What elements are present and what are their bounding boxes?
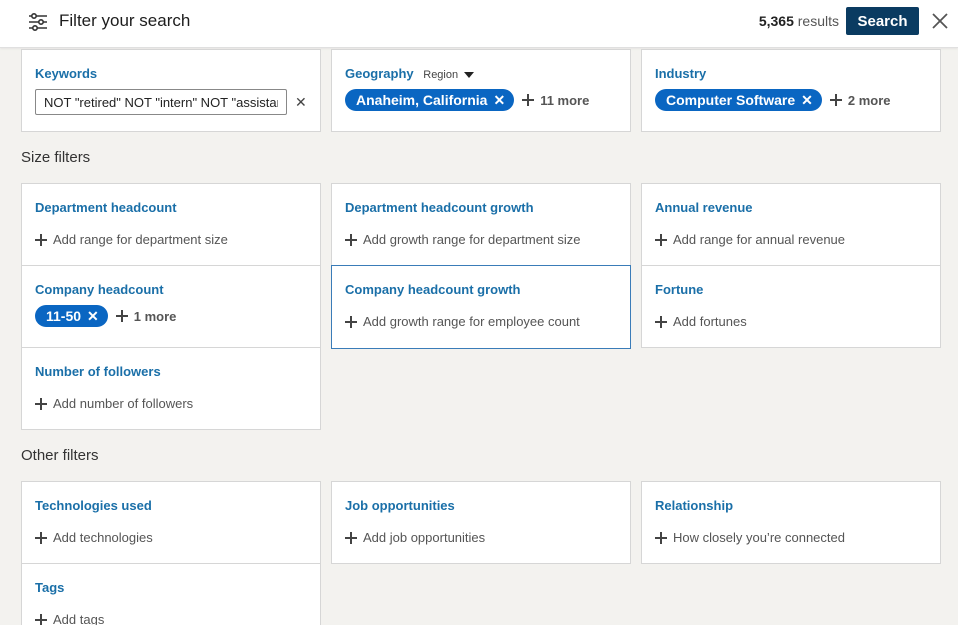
company-headcount-more-label: 1 more <box>133 308 177 324</box>
keywords-title: Keywords <box>35 66 98 81</box>
keywords-input[interactable] <box>35 89 287 115</box>
add-annual-revenue[interactable]: Add range for annual revenue <box>655 232 845 247</box>
add-technologies[interactable]: Add technologies <box>35 530 153 545</box>
industry-title: Industry <box>655 66 707 81</box>
technologies-used-card[interactable]: Technologies used Add technologies <box>21 481 321 564</box>
tags-card[interactable]: Tags Add tags <box>21 563 321 625</box>
plus-icon <box>655 531 667 544</box>
plus-icon <box>35 233 47 246</box>
geography-title: Geography Region <box>345 66 475 81</box>
job-opportunities-title: Job opportunities <box>345 498 455 513</box>
department-headcount-growth-title: Department headcount growth <box>345 200 534 215</box>
size-filters-label: Size filters <box>21 149 91 166</box>
add-tags[interactable]: Add tags <box>35 612 104 625</box>
add-tags-label: Add tags <box>53 612 105 625</box>
industry-pill-label: Computer Software <box>666 92 796 108</box>
industry-pill[interactable]: Computer Software ✕ <box>655 89 822 111</box>
geography-selections: Anaheim, California ✕ 11 more <box>345 89 589 111</box>
add-department-range[interactable]: Add range for department size <box>35 232 228 247</box>
company-headcount-pill-label: 11-50 <box>46 308 82 324</box>
filter-header: Filter your search 5,365 results Search <box>0 0 958 48</box>
sliders-icon <box>29 13 47 31</box>
industry-selections: Computer Software ✕ 2 more <box>655 89 891 111</box>
relationship-title: Relationship <box>655 498 734 513</box>
add-annual-revenue-label: Add range for annual revenue <box>673 232 846 247</box>
industry-card: Industry Computer Software ✕ 2 more <box>641 49 941 132</box>
add-employee-growth-range[interactable]: Add growth range for employee count <box>345 314 580 329</box>
caret-down-icon <box>464 72 475 78</box>
add-number-of-followers-label: Add number of followers <box>53 396 194 411</box>
geography-pill[interactable]: Anaheim, California ✕ <box>345 89 515 111</box>
department-headcount-card[interactable]: Department headcount Add range for depar… <box>21 183 321 266</box>
plus-icon <box>35 397 47 410</box>
geography-more-button[interactable]: 11 more <box>522 93 589 108</box>
plus-icon <box>655 315 667 328</box>
add-fortunes-label: Add fortunes <box>673 314 747 329</box>
plus-icon <box>35 531 47 544</box>
job-opportunities-card[interactable]: Job opportunities Add job opportunities <box>331 481 631 564</box>
plus-icon <box>345 315 357 328</box>
results-label: results <box>797 13 839 29</box>
company-headcount-more-button[interactable]: 1 more <box>115 308 177 324</box>
search-button[interactable]: Search <box>846 7 919 35</box>
tags-title: Tags <box>35 580 65 595</box>
company-headcount-growth-card[interactable]: Company headcount growth Add growth rang… <box>331 265 631 349</box>
add-department-growth-label: Add growth range for department size <box>363 232 581 247</box>
geography-title-text: Geography <box>345 66 414 81</box>
remove-x-icon[interactable]: ✕ <box>493 92 505 109</box>
plus-icon <box>345 233 357 246</box>
company-headcount-growth-title: Company headcount growth <box>345 282 521 297</box>
company-headcount-card: Company headcount 11-50 ✕ 1 more <box>21 265 321 348</box>
annual-revenue-title: Annual revenue <box>655 200 753 215</box>
industry-more-button[interactable]: 2 more <box>829 92 891 108</box>
region-dropdown[interactable]: Region <box>423 69 475 81</box>
plus-icon <box>115 310 128 322</box>
add-employee-growth-label: Add growth range for employee count <box>363 314 580 329</box>
remove-x-icon[interactable]: ✕ <box>87 308 99 325</box>
company-headcount-pill[interactable]: 11-50 ✕ <box>35 305 108 327</box>
page-title: Filter your search <box>59 11 191 30</box>
plus-icon <box>345 531 357 544</box>
department-headcount-growth-card[interactable]: Department headcount growth Add growth r… <box>331 183 631 266</box>
geography-card: Geography Region Anaheim, California ✕ 1… <box>331 49 631 132</box>
add-job-opportunities[interactable]: Add job opportunities <box>345 530 485 545</box>
fortune-title: Fortune <box>655 282 704 297</box>
plus-icon <box>35 613 47 625</box>
remove-x-icon[interactable]: ✕ <box>801 92 813 109</box>
industry-more-label: 2 more <box>847 92 891 108</box>
add-relationship-label: How closely you’re connected <box>673 530 845 545</box>
add-technologies-label: Add technologies <box>53 530 153 545</box>
keywords-card: Keywords ✕ <box>21 49 321 132</box>
clear-keywords-icon[interactable]: ✕ <box>295 94 307 111</box>
department-headcount-title: Department headcount <box>35 200 177 215</box>
add-department-growth-range[interactable]: Add growth range for department size <box>345 232 581 247</box>
company-headcount-selections: 11-50 ✕ 1 more <box>35 305 176 327</box>
relationship-card[interactable]: Relationship How closely you’re connecte… <box>641 481 941 564</box>
results-count: 5,365 results <box>759 13 839 29</box>
fortune-card[interactable]: Fortune Add fortunes <box>641 265 941 348</box>
other-filters-label: Other filters <box>21 447 99 464</box>
add-department-range-label: Add range for department size <box>53 232 228 247</box>
company-headcount-title: Company headcount <box>35 282 164 297</box>
plus-icon <box>522 94 535 106</box>
add-number-of-followers[interactable]: Add number of followers <box>35 396 193 411</box>
annual-revenue-card[interactable]: Annual revenue Add range for annual reve… <box>641 183 941 266</box>
results-number: 5,365 <box>758 13 794 29</box>
add-fortunes[interactable]: Add fortunes <box>655 314 747 329</box>
geography-pill-label: Anaheim, California <box>356 92 488 108</box>
add-job-opportunities-label: Add job opportunities <box>363 530 486 545</box>
region-label: Region <box>423 69 459 81</box>
geography-more-label: 11 more <box>540 92 590 108</box>
close-icon[interactable] <box>930 11 950 31</box>
plus-icon <box>655 233 667 246</box>
number-of-followers-card[interactable]: Number of followers Add number of follow… <box>21 347 321 430</box>
add-relationship[interactable]: How closely you’re connected <box>655 530 845 545</box>
plus-icon <box>829 94 842 106</box>
technologies-used-title: Technologies used <box>35 498 152 513</box>
number-of-followers-title: Number of followers <box>35 364 161 379</box>
